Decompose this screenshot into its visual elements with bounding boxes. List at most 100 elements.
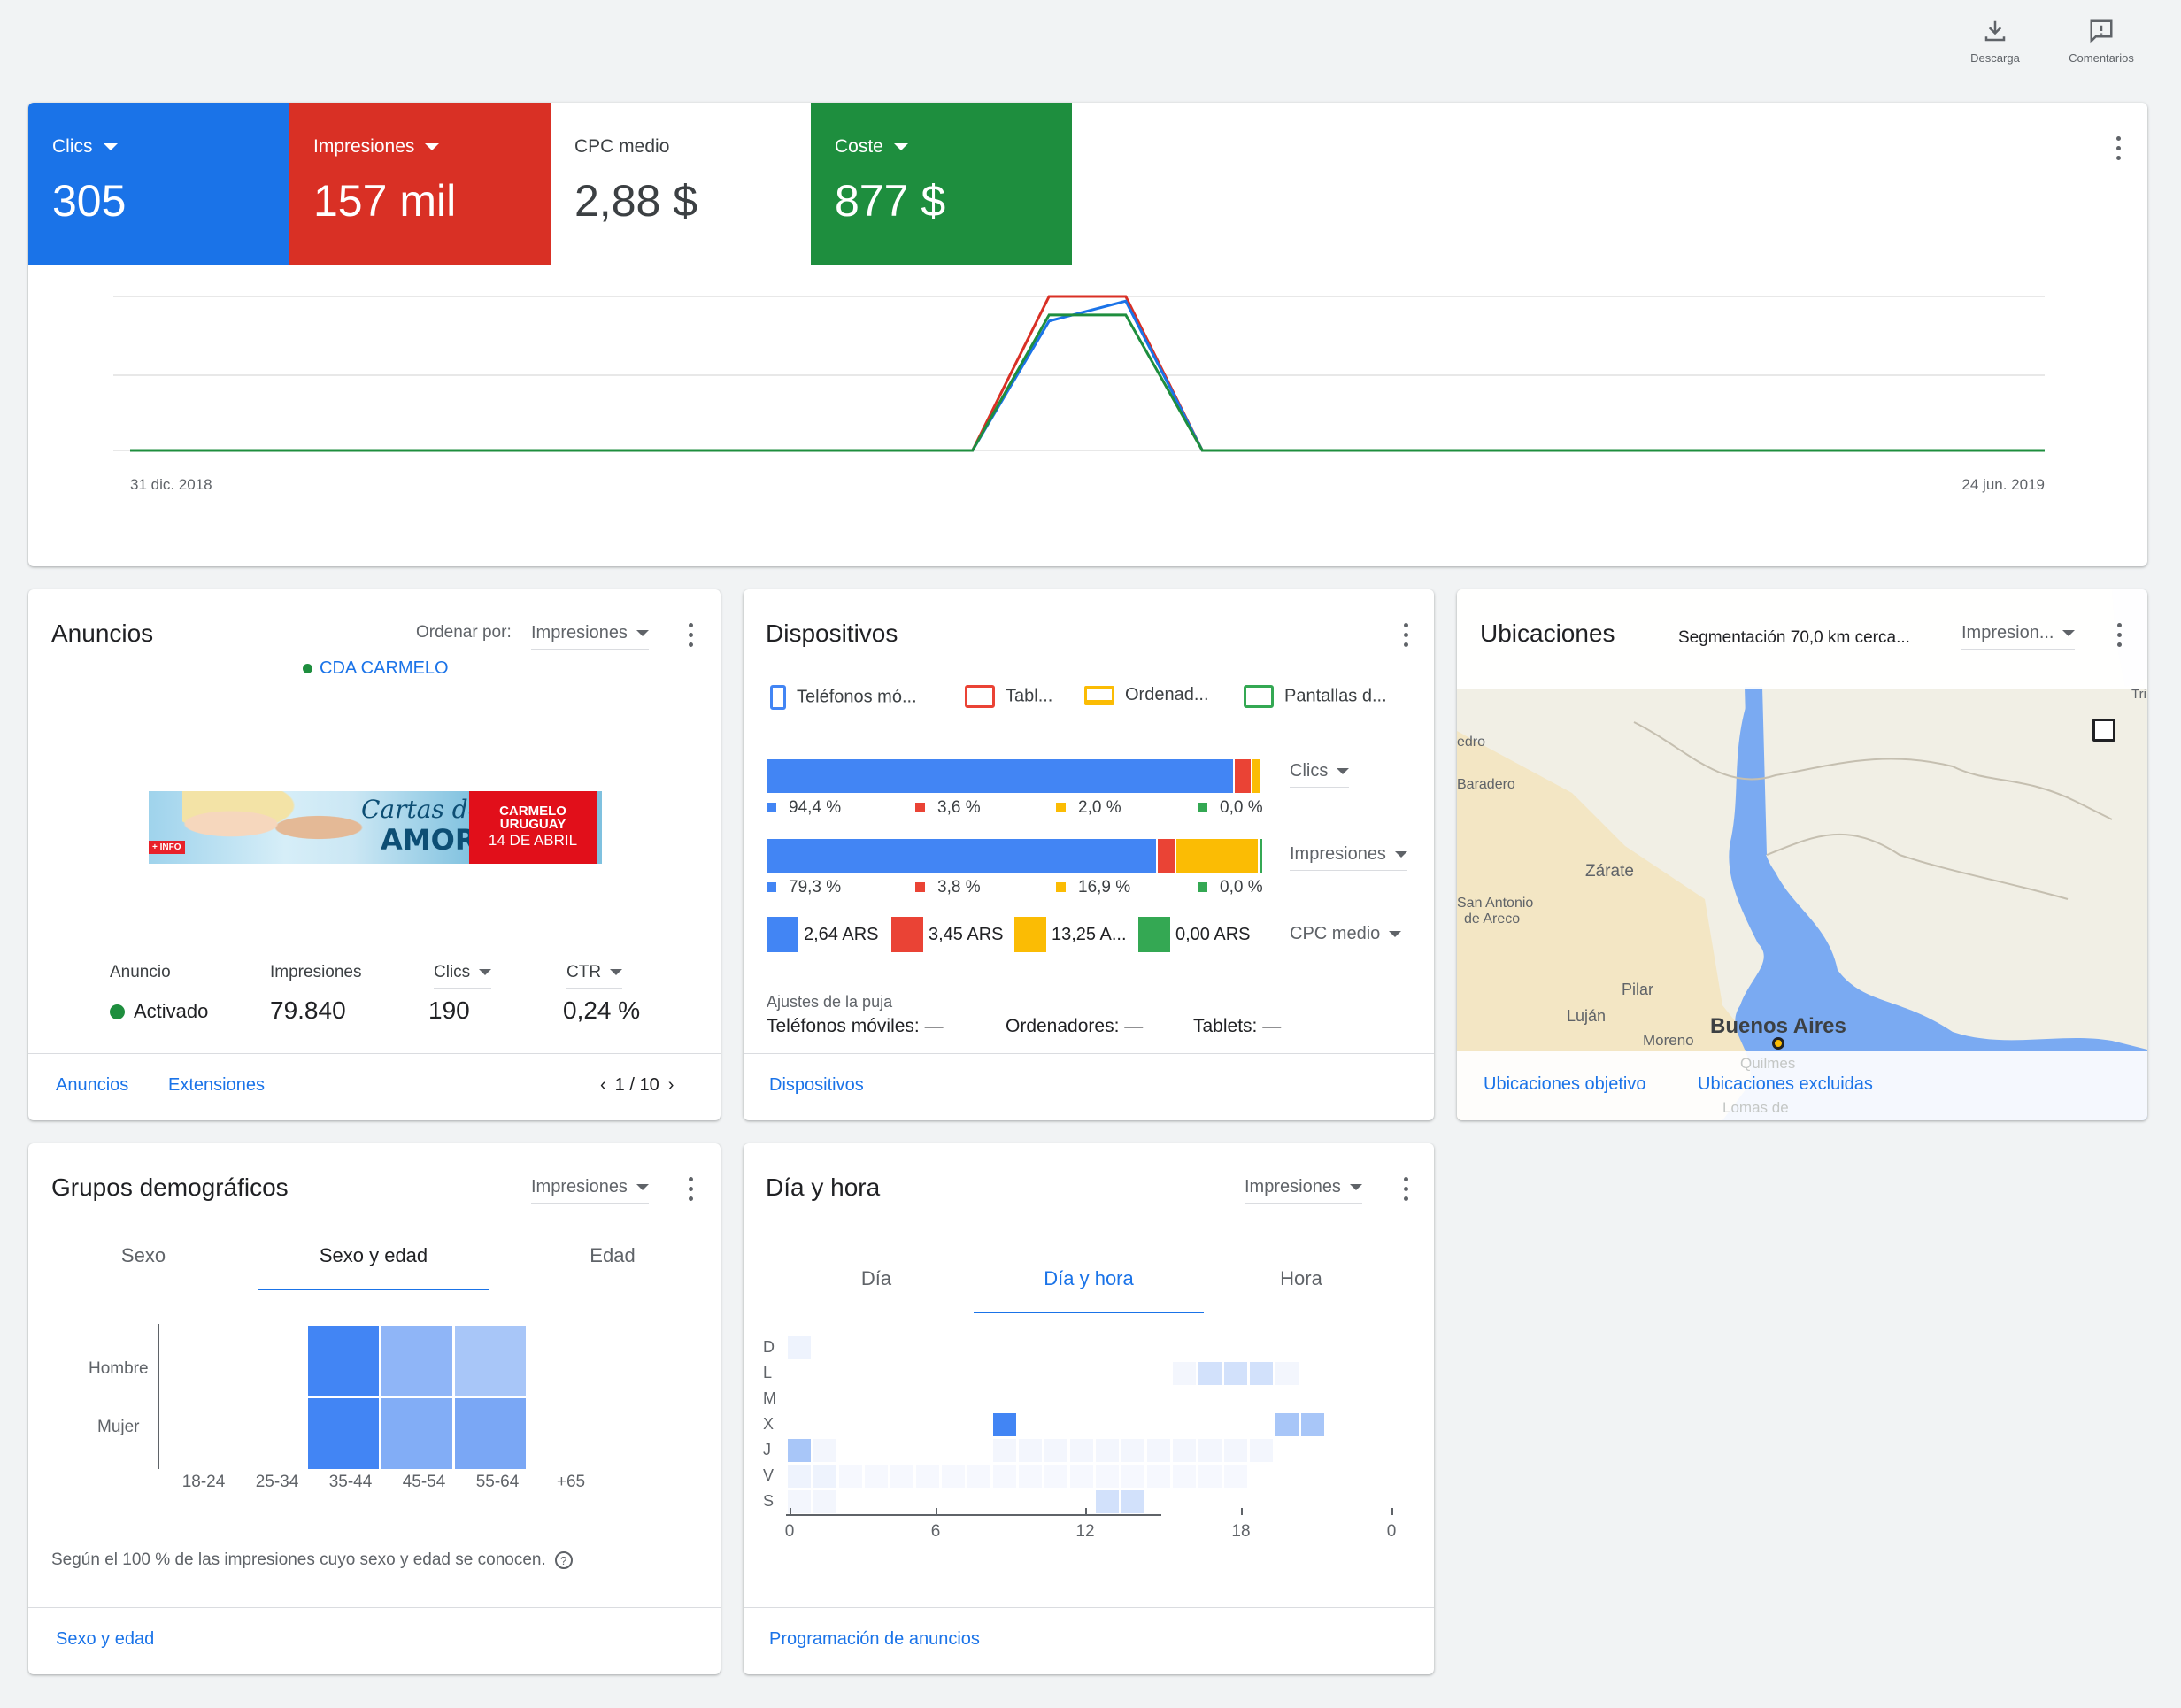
heatmap-cell[interactable] — [788, 1465, 811, 1488]
devices-metric-2-dropdown[interactable]: Impresiones — [1290, 844, 1407, 871]
heatmap-cell[interactable] — [1096, 1490, 1119, 1513]
heatmap-cell[interactable] — [1173, 1362, 1196, 1385]
heatmap-cell[interactable] — [1301, 1413, 1324, 1436]
locations-more-menu-icon[interactable] — [2103, 619, 2135, 651]
heatmap-cell[interactable] — [788, 1336, 811, 1359]
heatmap-cell[interactable] — [455, 1326, 526, 1396]
heatmap-cell[interactable] — [788, 1439, 811, 1462]
heatmap-cell[interactable] — [916, 1465, 939, 1488]
status-dot-icon — [110, 1004, 125, 1019]
ads-footer: Anuncios Extensiones ‹ 1 / 10 › — [28, 1053, 721, 1120]
heatmap-cell[interactable] — [1198, 1465, 1222, 1488]
sort-dropdown[interactable]: Impresiones — [531, 623, 649, 650]
heatmap-cell[interactable] — [1070, 1465, 1093, 1488]
dayhour-metric-dropdown[interactable]: Impresiones — [1245, 1177, 1362, 1204]
heatmap-cell[interactable] — [1019, 1465, 1042, 1488]
legend-tablet[interactable]: Tabl... — [965, 685, 1052, 708]
demographics-more-menu-icon[interactable] — [674, 1173, 706, 1205]
tab-day[interactable]: Día — [779, 1267, 974, 1290]
heatmap-cell[interactable] — [1044, 1465, 1067, 1488]
device-impressions-bar[interactable] — [767, 839, 1262, 873]
tab-hour[interactable]: Hora — [1204, 1267, 1399, 1290]
tab-age[interactable]: Edad — [524, 1244, 701, 1267]
sex-and-age-link[interactable]: Sexo y edad — [56, 1629, 154, 1650]
ad-schedule-link[interactable]: Programación de anuncios — [769, 1629, 980, 1650]
heatmap-cell[interactable] — [1044, 1439, 1067, 1462]
heatmap-cell[interactable] — [993, 1439, 1016, 1462]
chevron-down-icon — [1394, 851, 1407, 858]
download-button[interactable]: Descarga — [1942, 18, 2048, 65]
device-clicks-bar[interactable] — [767, 759, 1262, 793]
ads-link[interactable]: Anuncios — [56, 1075, 128, 1096]
heatmap-cell[interactable] — [1121, 1465, 1144, 1488]
heatmap-cell[interactable] — [1096, 1465, 1119, 1488]
heatmap-cell[interactable] — [1070, 1439, 1093, 1462]
heatmap-cell[interactable] — [1019, 1439, 1042, 1462]
heatmap-cell[interactable] — [1198, 1439, 1222, 1462]
devices-metric-1-dropdown[interactable]: Clics — [1290, 761, 1350, 788]
locations-map[interactable] — [1457, 589, 2147, 1120]
heatmap-cell[interactable] — [1096, 1439, 1119, 1462]
heatmap-cell[interactable] — [1121, 1490, 1144, 1513]
heatmap-cell[interactable] — [813, 1465, 836, 1488]
heatmap-cell[interactable] — [1147, 1439, 1170, 1462]
heatmap-cell[interactable] — [1198, 1362, 1222, 1385]
metric-clicks[interactable]: Clics 305 — [28, 103, 289, 265]
tab-sex[interactable]: Sexo — [55, 1244, 232, 1267]
heatmap-cell[interactable] — [1250, 1439, 1273, 1462]
heatmap-cell[interactable] — [890, 1465, 913, 1488]
locations-metric-dropdown[interactable]: Impresion... — [1961, 623, 2076, 650]
heatmap-cell[interactable] — [813, 1490, 836, 1513]
chevron-left-icon[interactable]: ‹ — [600, 1075, 606, 1095]
legend-computer[interactable]: Ordenad... — [1084, 685, 1209, 705]
heatmap-cell[interactable] — [1173, 1465, 1196, 1488]
excluded-locations-link[interactable]: Ubicaciones excluidas — [1698, 1074, 1873, 1095]
legend-mobile[interactable]: Teléfonos mó... — [770, 685, 917, 710]
heatmap-cell[interactable] — [1275, 1362, 1299, 1385]
heatmap-cell[interactable] — [1224, 1465, 1247, 1488]
heatmap-cell[interactable] — [1250, 1362, 1273, 1385]
fullscreen-icon[interactable] — [2092, 719, 2115, 742]
heatmap-cell[interactable] — [455, 1398, 526, 1469]
heatmap-cell[interactable] — [993, 1413, 1016, 1436]
heatmap-cell[interactable] — [1121, 1439, 1144, 1462]
col-header-ctr-dropdown[interactable]: CTR — [566, 963, 623, 989]
heatmap-cell[interactable] — [381, 1326, 452, 1396]
heatmap-cell[interactable] — [993, 1465, 1016, 1488]
chevron-right-icon[interactable]: › — [668, 1075, 674, 1095]
col-header-clicks-dropdown[interactable]: Clics — [434, 963, 492, 989]
tab-day-and-hour[interactable]: Día y hora — [974, 1267, 1204, 1290]
heatmap-cell[interactable] — [942, 1465, 965, 1488]
extensions-link[interactable]: Extensiones — [168, 1075, 265, 1096]
banner-headline-1: Cartas de — [361, 795, 483, 824]
devices-metric-3-dropdown[interactable]: CPC medio — [1290, 924, 1402, 950]
overview-more-menu-icon[interactable] — [2102, 133, 2134, 165]
heatmap-cell[interactable] — [1275, 1413, 1299, 1436]
heatmap-cell[interactable] — [1224, 1362, 1247, 1385]
demographics-metric-dropdown[interactable]: Impresiones — [531, 1177, 649, 1204]
ad-banner-preview[interactable]: + INFO Cartas de AMOR CARMELO URUGUAY 14… — [149, 791, 602, 864]
legend-tv[interactable]: Pantallas d... — [1244, 685, 1387, 708]
help-icon[interactable]: ? — [554, 1551, 573, 1569]
target-locations-link[interactable]: Ubicaciones objetivo — [1484, 1074, 1645, 1095]
heatmap-cell[interactable] — [1173, 1439, 1196, 1462]
tab-sex-and-age[interactable]: Sexo y edad — [258, 1244, 489, 1267]
devices-link[interactable]: Dispositivos — [769, 1075, 864, 1096]
ads-more-menu-icon[interactable] — [674, 619, 706, 651]
advertiser-link[interactable]: CDA CARMELO — [303, 658, 449, 679]
dayhour-more-menu-icon[interactable] — [1390, 1173, 1422, 1205]
heatmap-cell[interactable] — [967, 1465, 990, 1488]
heatmap-cell[interactable] — [308, 1398, 379, 1469]
feedback-button[interactable]: Comentarios — [2048, 18, 2154, 65]
heatmap-cell[interactable] — [381, 1398, 452, 1469]
heatmap-cell[interactable] — [308, 1326, 379, 1396]
devices-more-menu-icon[interactable] — [1390, 619, 1422, 651]
heatmap-cell[interactable] — [1147, 1465, 1170, 1488]
metric-cost[interactable]: Coste 877 $ — [811, 103, 1072, 265]
heatmap-cell[interactable] — [865, 1465, 888, 1488]
metric-impressions[interactable]: Impresiones 157 mil — [289, 103, 551, 265]
heatmap-cell[interactable] — [839, 1465, 862, 1488]
heatmap-cell[interactable] — [813, 1439, 836, 1462]
heatmap-cell[interactable] — [1224, 1439, 1247, 1462]
metric-avg-cpc[interactable]: CPC medio 2,88 $ — [551, 103, 812, 265]
